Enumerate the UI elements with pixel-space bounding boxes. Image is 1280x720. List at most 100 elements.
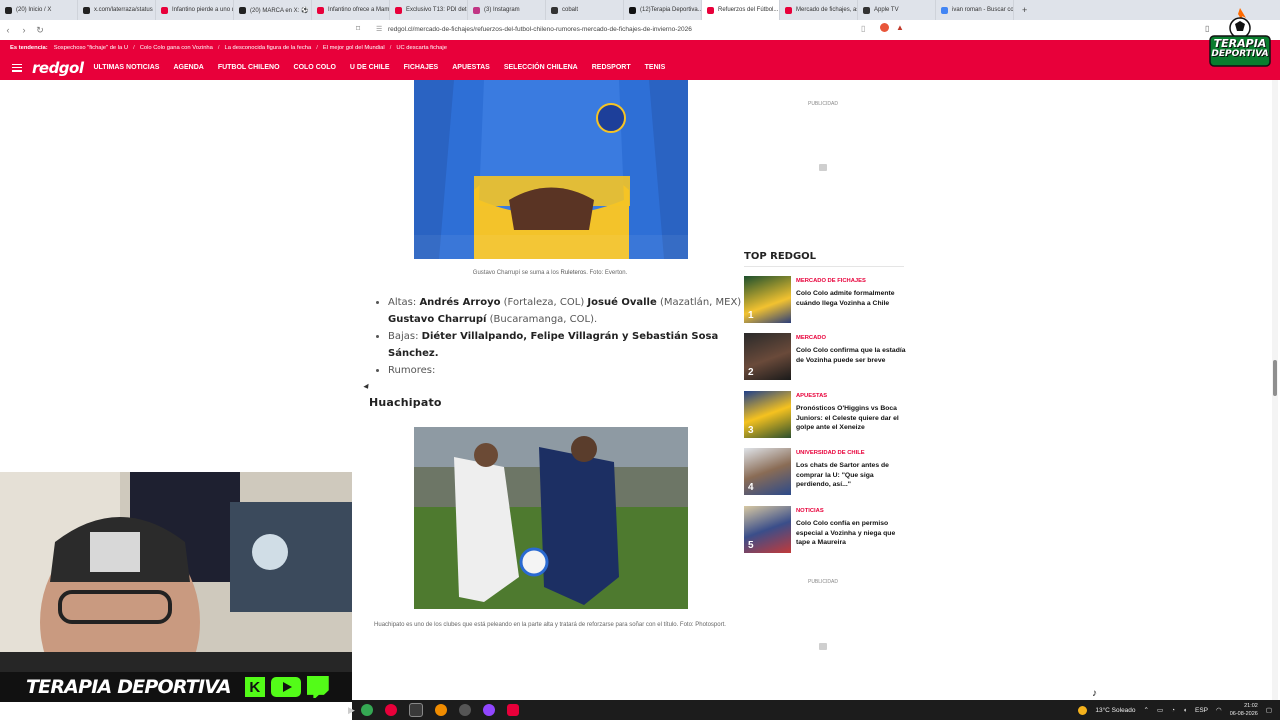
tab-label: (20) Inicio / X (16, 7, 52, 13)
bookmark-icon[interactable]: ⌑ (356, 24, 360, 33)
browser-tab[interactable]: Infantino ofrece a Mam... (312, 0, 390, 20)
browser-tab[interactable]: (20) Inicio / X (0, 0, 78, 20)
kick-icon: K (244, 677, 265, 697)
close-app-icon[interactable] (506, 704, 519, 716)
menu-icon[interactable] (12, 63, 22, 72)
scrollbar-thumb[interactable] (1273, 360, 1277, 396)
back-icon[interactable]: ‹ (0, 25, 16, 35)
wifi-icon[interactable]: ◠ (1216, 706, 1222, 714)
browser-tab[interactable]: ivan roman - Buscar co... (936, 0, 1014, 20)
browser-tab[interactable]: Apple TV (858, 0, 936, 20)
thumbnail-image: 1 (744, 276, 791, 323)
trending-link[interactable]: UC descarta fichaje (396, 45, 447, 51)
network-icon[interactable]: ◔ (1171, 707, 1175, 714)
system-tray: 13°C Soleado ⌃ ▭ ◔ ◖ ESP ◠ 21:02 06-08-2… (1070, 700, 1272, 720)
language-indicator[interactable]: ESP (1195, 707, 1208, 714)
tab-label: (20) MARCA en X: ⚽ (250, 7, 309, 14)
url-field[interactable]: redgol.cl/mercado-de-fichajes/refuerzos-… (388, 26, 692, 33)
nav-item-ultimas-noticias[interactable]: ULTIMAS NOTICIAS (94, 64, 160, 71)
nav-item-apuestas[interactable]: APUESTAS (452, 64, 490, 71)
browser-tab[interactable]: cobalt (546, 0, 624, 20)
tab-label: (12)Terapia Deportiva... (640, 7, 702, 13)
chrome-icon[interactable] (360, 704, 373, 716)
tab-label: Refuerzos del Fútbol... (718, 7, 779, 13)
ad-label: PUBLICIDAD (807, 101, 838, 107)
article-photo-charrupi (414, 80, 688, 259)
top-redgol-title: TOP REDGOL (744, 251, 817, 262)
nav-item-futbol-chileno[interactable]: FUTBOL CHILENO (218, 64, 280, 71)
nav-item-redsport[interactable]: REDSPORT (592, 64, 631, 71)
battery-icon[interactable]: ▭ (1157, 706, 1163, 714)
nav-item-tenis[interactable]: TENIS (645, 64, 666, 71)
taskbar-arrow-icon[interactable]: ▶ (348, 705, 355, 716)
list-item-rumores: Rumores: (388, 362, 758, 379)
new-tab-button[interactable]: + (1014, 5, 1035, 15)
browser-tab[interactable]: Mercado de fichajes, as... (780, 0, 858, 20)
tab-favicon-icon (317, 6, 324, 14)
nav-item-agenda[interactable]: AGENDA (173, 64, 203, 71)
nav-item-u-de-chile[interactable]: U DE CHILE (350, 64, 390, 71)
tab-favicon-icon (239, 6, 246, 14)
app-icon[interactable] (408, 703, 423, 717)
ad-label: PUBLICIDAD (807, 579, 838, 585)
tab-favicon-icon (551, 6, 558, 14)
divider (744, 266, 904, 267)
tab-label: x.com/laterraza/status (94, 7, 153, 13)
webcam-overlay (0, 472, 352, 700)
windows-taskbar: ▶ ♪ 13°C Soleado ⌃ ▭ ◔ ◖ ESP ◠ 21:02 06-… (348, 688, 1280, 720)
youtube-icon (270, 677, 301, 697)
top-item[interactable]: 2 MERCADO Colo Colo confirma que la esta… (744, 333, 906, 381)
clock[interactable]: 21:02 06-08-2026 (1230, 702, 1258, 718)
trending-link[interactable]: Sospechoso "fichaje" de la U (54, 45, 128, 51)
section-title-huachipato: Huachipato (369, 396, 442, 409)
reload-icon[interactable]: ↻ (32, 25, 48, 36)
top-item[interactable]: 4 UNIVERSIDAD DE CHILE Los chats de Sart… (744, 448, 906, 496)
site-logo[interactable]: redgol (32, 59, 84, 77)
trending-label: Es tendencia: (10, 44, 48, 51)
obs-icon[interactable] (458, 704, 471, 716)
forward-icon[interactable]: › (16, 25, 32, 35)
nav-item-fichajes[interactable]: FICHAJES (404, 64, 439, 71)
tab-favicon-icon (863, 6, 870, 14)
site-settings-icon[interactable]: ☰ (376, 25, 382, 33)
browser-tab[interactable]: Infantino pierde a uno de... (156, 0, 234, 20)
item-category: APUESTAS (796, 393, 828, 399)
top-item[interactable]: 3 APUESTAS Pronósticos O'Higgins vs Boca… (744, 391, 906, 439)
brave-shield-icon[interactable] (880, 23, 889, 32)
twitch-app-icon[interactable] (482, 704, 495, 716)
browser-tab[interactable]: (3) Instagram (468, 0, 546, 20)
browser-tab[interactable]: (20) MARCA en X: ⚽ (234, 0, 312, 20)
trending-link[interactable]: La desconocida figura de la fecha (225, 45, 312, 51)
notification-icon[interactable]: ▢ (1266, 706, 1272, 714)
top-item[interactable]: 1 MERCADO DE FICHAJES Colo Colo admite f… (744, 276, 906, 324)
tab-favicon-icon (629, 6, 636, 14)
browser-tab[interactable]: Exclusivo T13: PDI dete... (390, 0, 468, 20)
weather-text[interactable]: 13°C Soleado (1095, 707, 1135, 714)
item-headline: Los chats de Sartor antes de comprar la … (796, 462, 889, 488)
nav-item-colo-colo[interactable]: COLO COLO (294, 64, 336, 71)
tab-favicon-icon (395, 6, 402, 14)
browser-tab[interactable]: Refuerzos del Fútbol...✕ (702, 0, 780, 20)
item-category: MERCADO DE FICHAJES (796, 278, 866, 284)
address-bar: ‹ › ↻ ⌑ ☰ redgol.cl/mercado-de-fichajes/… (0, 20, 1280, 41)
browser-tab[interactable]: x.com/laterraza/status (78, 0, 156, 20)
thumbnail-image: 2 (744, 333, 791, 380)
warning-icon[interactable]: ▲ (896, 23, 904, 32)
tiktok-icon: ♪ (1092, 688, 1097, 699)
volume-icon[interactable]: ◖ (1183, 707, 1187, 714)
tray-chevron-icon[interactable]: ⌃ (1144, 706, 1149, 714)
badge-line-2: DEPORTIVA (1211, 49, 1269, 59)
reader-icon[interactable]: ▯ (861, 24, 865, 33)
player-link: Josué Ovalle (587, 297, 657, 308)
brave-icon[interactable] (384, 704, 397, 716)
list-item-altas: Altas: Andrés Arroyo (Fortaleza, COL) Jo… (388, 294, 758, 328)
tab-favicon-icon (161, 6, 168, 14)
trending-link[interactable]: Colo Colo gana con Vozinha (140, 45, 213, 51)
browser-icon[interactable] (434, 704, 447, 716)
stream-banner: TERAPIA DEPORTIVA K (0, 672, 352, 702)
trending-link[interactable]: El mejor gol del Mundial (323, 45, 385, 51)
nav-item-seleccion-chilena[interactable]: SELECCIÓN CHILENA (504, 64, 578, 71)
tab-label: Apple TV (874, 7, 899, 13)
browser-tab[interactable]: (12)Terapia Deportiva... (624, 0, 702, 20)
top-item[interactable]: 5 NOTICIAS Colo Colo confía en permiso e… (744, 506, 906, 554)
